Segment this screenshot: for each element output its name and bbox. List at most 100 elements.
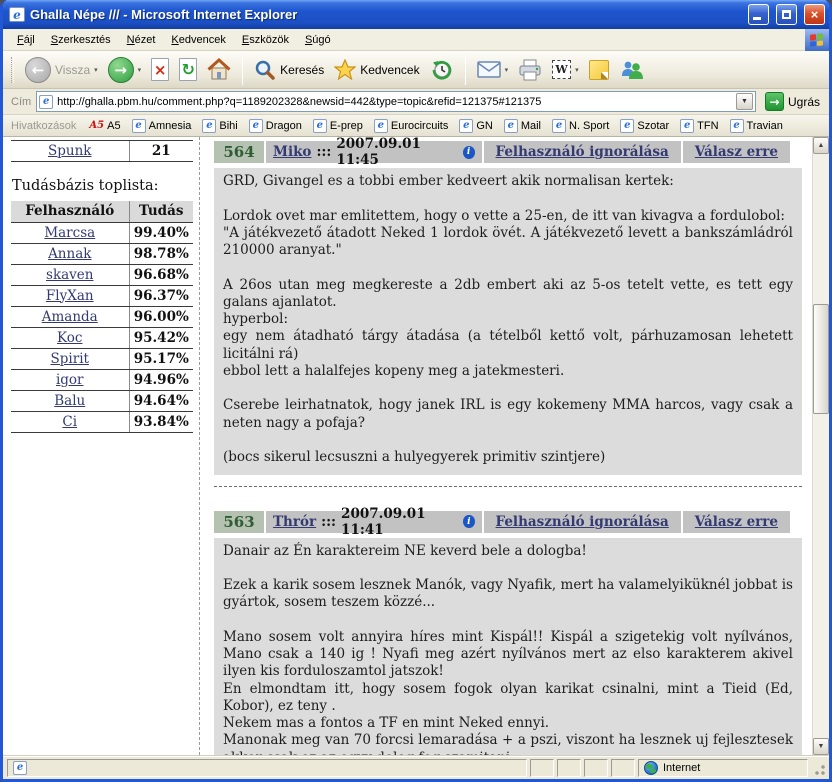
favorites-button[interactable]: Kedvencek (330, 57, 423, 82)
vertical-scrollbar: ▲ ▼ (812, 137, 829, 755)
knowledge-value: 96.00% (134, 309, 189, 325)
table-row: Marcsa 99.40% (11, 222, 193, 243)
resize-grip[interactable] (813, 764, 826, 777)
status-page-icon: e (13, 761, 27, 775)
print-icon (518, 59, 542, 81)
link-tfn[interactable]: e TFN (676, 118, 722, 134)
menu-favorites[interactable]: Kedvencek (163, 31, 233, 49)
link-label: GN (476, 120, 493, 132)
print-button[interactable] (514, 57, 546, 83)
maximize-button[interactable] (776, 4, 797, 25)
user-link[interactable]: Annak (48, 246, 91, 262)
refresh-icon: ↻ (179, 58, 197, 81)
status-pane (611, 759, 635, 777)
reply-link[interactable]: Válasz erre (695, 514, 778, 530)
refresh-button[interactable]: ↻ (175, 56, 201, 83)
sidebar-frame: Spunk 21 Tudásbázis toplista: Felhasznál… (3, 137, 199, 755)
user-link[interactable]: Ci (62, 414, 77, 430)
user-link[interactable]: Marcsa (44, 225, 95, 241)
discuss-button[interactable] (585, 58, 613, 82)
home-button[interactable] (203, 56, 235, 83)
info-icon[interactable]: i (463, 515, 474, 528)
mail-dropdown-icon[interactable]: ▾ (505, 66, 509, 74)
go-button[interactable]: → Ugrás (761, 91, 824, 112)
post-header: 563 Thrór ::: 2007.09.01 11:41 i Felhasz… (214, 511, 790, 533)
messenger-button[interactable] (615, 57, 649, 83)
back-button[interactable]: ← Vissza ▾ (21, 55, 102, 85)
windows-logo-icon (805, 29, 829, 51)
link-label: N. Sport (569, 120, 609, 132)
link-mail[interactable]: e Mail (500, 118, 545, 134)
menu-file[interactable]: Fájl (9, 31, 43, 49)
back-icon: ← (25, 57, 51, 83)
menu-edit[interactable]: Szerkesztés (43, 31, 119, 49)
ignore-user-link[interactable]: Felhasználó ignorálása (496, 514, 669, 530)
toolbar-grip[interactable] (11, 57, 14, 83)
history-button[interactable] (426, 56, 458, 84)
reply-cell: Válasz erre (683, 511, 790, 533)
ignore-user-link[interactable]: Felhasználó ignorálása (496, 144, 669, 160)
ignore-user-cell: Felhasználó ignorálása (484, 511, 681, 533)
messenger-icon (619, 59, 645, 81)
forward-dropdown-icon[interactable]: ▾ (138, 66, 142, 74)
user-link[interactable]: FlyXan (46, 288, 94, 304)
post-meta: Miko ::: 2007.09.01 11:45 i (266, 141, 482, 163)
knowledge-value: 95.17% (134, 351, 189, 367)
scroll-up-button[interactable]: ▲ (813, 137, 829, 154)
user-link[interactable]: Balu (54, 393, 85, 409)
link-amnesia[interactable]: e Amnesia (128, 118, 196, 134)
link-nsport[interactable]: e N. Sport (548, 118, 613, 134)
back-dropdown-icon[interactable]: ▾ (94, 66, 98, 74)
ie-favicon: e (459, 119, 473, 133)
menu-view[interactable]: Nézet (119, 31, 164, 49)
home-icon (207, 58, 231, 81)
status-pane (557, 759, 581, 777)
link-dragon[interactable]: e Dragon (245, 118, 306, 134)
forward-button[interactable]: → ▾ (104, 55, 146, 85)
link-bihi[interactable]: e Bihi (198, 118, 241, 134)
menu-tools[interactable]: Eszközök (234, 31, 297, 49)
a5-favicon: A5 (89, 120, 104, 131)
close-button[interactable]: × (804, 4, 825, 25)
browser-window: e Ghalla Népe /// - Microsoft Internet E… (0, 0, 832, 782)
link-eurocircuits[interactable]: e Eurocircuits (370, 118, 452, 134)
link-a5[interactable]: A5 A5 (85, 119, 124, 133)
search-button[interactable]: Keresés (250, 57, 328, 83)
stop-button[interactable]: × (147, 56, 173, 83)
link-eprep[interactable]: e E-prep (309, 118, 367, 134)
link-label: A5 (107, 120, 120, 132)
minimize-button[interactable] (748, 4, 769, 25)
user-link[interactable]: Amanda (42, 309, 98, 325)
scrollbar-thumb[interactable] (813, 304, 829, 414)
table-row: igor 94.96% (11, 369, 193, 390)
link-szotar[interactable]: e Szotar (616, 118, 673, 134)
author-link[interactable]: Miko (273, 144, 311, 160)
user-link[interactable]: Spirit (51, 351, 89, 367)
link-gn[interactable]: e GN (455, 118, 497, 134)
toolbar-separator (465, 55, 466, 85)
toplist-table: Felhasználó Tudás Marcsa 99.40% Annak 98… (11, 201, 193, 433)
user-link[interactable]: skaven (46, 267, 93, 283)
table-row: Amanda 96.00% (11, 306, 193, 327)
address-dropdown-button[interactable]: ▼ (736, 93, 753, 110)
menu-help[interactable]: Súgó (297, 31, 339, 49)
user-link[interactable]: Koc (57, 330, 82, 346)
title-bar[interactable]: e Ghalla Népe /// - Microsoft Internet E… (3, 0, 829, 29)
edit-dropdown-icon[interactable]: ▾ (575, 66, 579, 74)
toolbar-separator (242, 55, 243, 85)
link-travian[interactable]: e Travian (726, 118, 787, 134)
search-label: Keresés (280, 63, 324, 77)
link-label: TFN (697, 120, 718, 132)
edit-button[interactable]: W ▾ (548, 58, 583, 81)
address-input[interactable]: e http://ghalla.pbm.hu/comment.php?q=118… (36, 91, 756, 112)
info-icon[interactable]: i (463, 146, 475, 159)
windows-flag-icon (810, 33, 824, 46)
user-link[interactable]: igor (56, 372, 84, 388)
reply-link[interactable]: Válasz erre (695, 144, 778, 160)
author-link[interactable]: Thrór (273, 514, 316, 530)
sidebar-link-spunk[interactable]: Spunk (48, 143, 91, 159)
link-label: Szotar (637, 120, 669, 132)
mail-button[interactable]: ▾ (473, 59, 513, 80)
scroll-down-button[interactable]: ▼ (813, 738, 829, 755)
scrollbar-track[interactable] (813, 154, 829, 738)
